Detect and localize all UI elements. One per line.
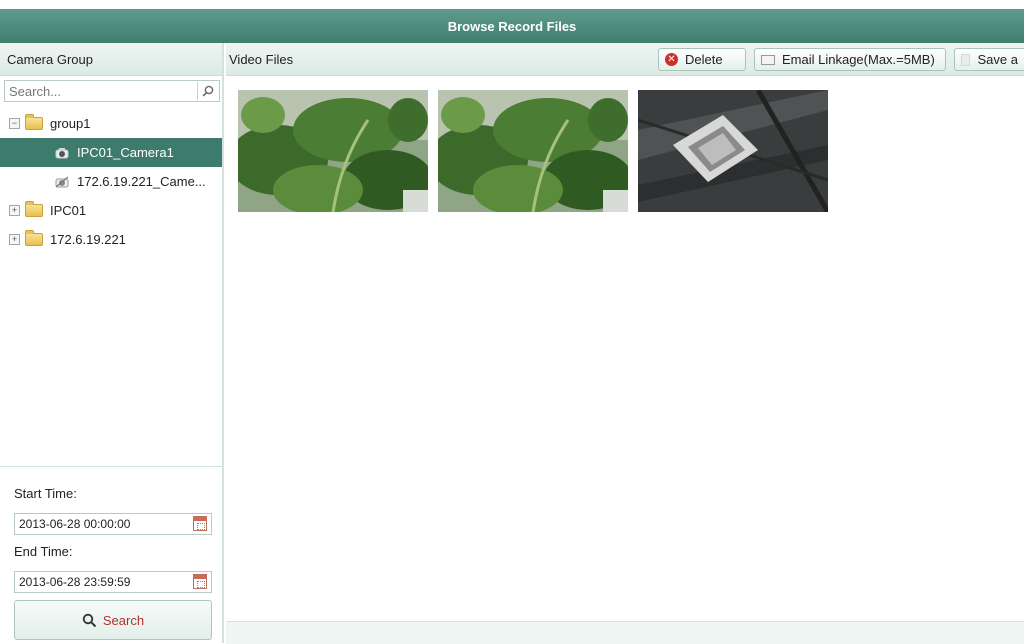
camera-search-box bbox=[4, 80, 220, 102]
video-thumbnail[interactable] bbox=[638, 90, 828, 212]
camera-tree: − group1 IPC01_Camera1 172.6.19.221_Came… bbox=[0, 109, 222, 254]
email-linkage-button[interactable]: Email Linkage(Max.=5MB) bbox=[754, 48, 946, 71]
tree-item-ipc01[interactable]: + IPC01 bbox=[0, 196, 222, 225]
expand-icon[interactable]: + bbox=[9, 205, 20, 216]
folder-icon bbox=[25, 230, 43, 246]
end-time-label: End Time: bbox=[14, 544, 73, 559]
folder-icon bbox=[25, 201, 43, 217]
magnifier-icon bbox=[82, 613, 97, 627]
save-as-label: Save a bbox=[977, 52, 1018, 67]
camera-icon bbox=[55, 147, 69, 158]
video-files-panel: Video Files ✕ Delete Email Linkage(Max.=… bbox=[226, 43, 1024, 644]
save-icon bbox=[961, 53, 970, 66]
video-thumbnail-image bbox=[238, 90, 428, 212]
tree-item-label: IPC01 bbox=[50, 203, 87, 218]
search-button-label: Search bbox=[102, 612, 145, 628]
tree-item-172-6-19-221[interactable]: + 172.6.19.221 bbox=[0, 225, 222, 254]
email-linkage-label: Email Linkage(Max.=5MB) bbox=[782, 52, 935, 67]
end-time-value: 2013-06-28 23:59:59 bbox=[19, 575, 131, 589]
horizontal-scrollbar[interactable] bbox=[226, 621, 1024, 644]
video-files-grid bbox=[226, 76, 1024, 643]
tree-item-label: 172.6.19.221 bbox=[50, 232, 126, 247]
camera-offline-icon bbox=[55, 176, 69, 187]
video-thumbnail[interactable] bbox=[438, 90, 628, 212]
tree-item-label: 172.6.19.221_Came... bbox=[77, 174, 206, 189]
tree-item-172-camera[interactable]: 172.6.19.221_Came... bbox=[0, 167, 222, 196]
video-files-title: Video Files bbox=[229, 51, 294, 67]
save-as-button[interactable]: Save a bbox=[954, 48, 1024, 71]
video-files-header: Video Files ✕ Delete Email Linkage(Max.=… bbox=[226, 43, 1024, 76]
camera-group-title: Camera Group bbox=[7, 51, 93, 67]
delete-button-label: Delete bbox=[685, 52, 723, 67]
camera-group-panel: Camera Group − group1 IPC01_Camera1 172.… bbox=[0, 43, 224, 644]
start-time-label: Start Time: bbox=[14, 486, 77, 501]
search-icon[interactable] bbox=[197, 82, 218, 100]
camera-search-input[interactable] bbox=[5, 81, 193, 101]
tree-item-ipc01-camera1[interactable]: IPC01_Camera1 bbox=[0, 138, 222, 167]
expand-icon[interactable]: + bbox=[9, 234, 20, 245]
window-title: Browse Record Files bbox=[447, 18, 577, 34]
end-time-field[interactable]: 2013-06-28 23:59:59 bbox=[14, 571, 212, 593]
start-time-value: 2013-06-28 00:00:00 bbox=[19, 517, 131, 531]
top-margin bbox=[0, 0, 1024, 9]
tree-item-group1[interactable]: − group1 bbox=[0, 109, 222, 138]
search-button[interactable]: Search bbox=[14, 600, 212, 640]
delete-icon: ✕ bbox=[665, 53, 678, 66]
camera-group-header: Camera Group bbox=[0, 43, 222, 76]
video-thumbnail[interactable] bbox=[238, 90, 428, 212]
delete-button[interactable]: ✕ Delete bbox=[658, 48, 746, 71]
calendar-icon[interactable] bbox=[193, 516, 207, 531]
window-title-bar: Browse Record Files bbox=[0, 9, 1024, 43]
email-icon bbox=[761, 54, 775, 65]
start-time-field[interactable]: 2013-06-28 00:00:00 bbox=[14, 513, 212, 535]
folder-icon bbox=[25, 114, 43, 130]
tree-item-label: group1 bbox=[50, 116, 91, 131]
calendar-icon[interactable] bbox=[193, 574, 207, 589]
video-thumbnail-image bbox=[638, 90, 828, 212]
video-thumbnail-image bbox=[438, 90, 628, 212]
tree-item-label: IPC01_Camera1 bbox=[77, 145, 174, 160]
collapse-icon[interactable]: − bbox=[9, 118, 20, 129]
